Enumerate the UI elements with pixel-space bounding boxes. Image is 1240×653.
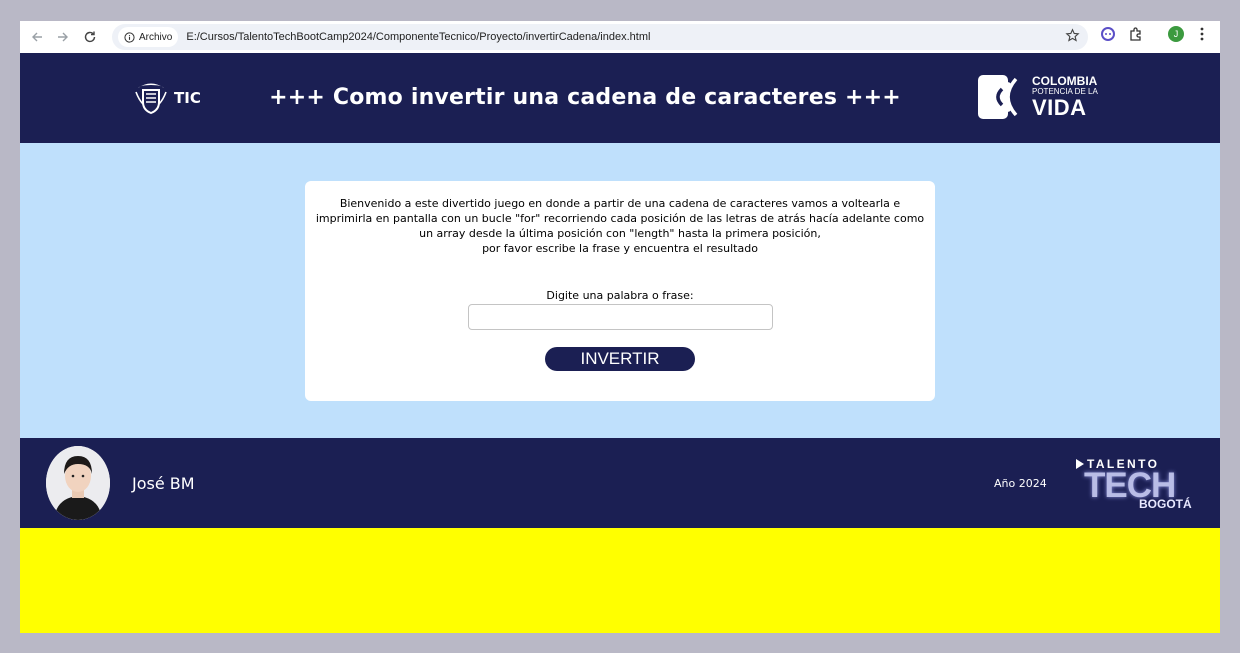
- intro-line: imprimirla en pantalla con un bucle "for…: [315, 212, 925, 225]
- colombia-potencia-logo: COLOMBIA POTENCIA DE LA VIDA: [978, 75, 1098, 119]
- brand-line-3: VIDA: [1032, 95, 1087, 120]
- phrase-input-label: Digite una palabra o frase:: [546, 289, 694, 302]
- phrase-input[interactable]: [467, 304, 773, 330]
- tic-logo-text: TIC: [174, 89, 201, 107]
- reverse-string-card: Bienvenido a este divertido juego en don…: [305, 181, 935, 401]
- brand-line-1: COLOMBIA: [1032, 74, 1098, 88]
- intro-line: Bienvenido a este divertido juego en don…: [339, 197, 901, 210]
- reload-icon: [84, 31, 96, 43]
- colombia-wordmark: COLOMBIA POTENCIA DE LA VIDA: [1032, 75, 1098, 119]
- back-button[interactable]: [26, 26, 48, 48]
- bottom-yellow-band: [20, 528, 1220, 633]
- extensions-puzzle-icon[interactable]: [1128, 26, 1144, 42]
- colombia-waves-icon: [978, 75, 1018, 119]
- profile-avatar[interactable]: J: [1168, 26, 1184, 42]
- forward-button[interactable]: [52, 26, 74, 48]
- intro-paragraph: Bienvenido a este divertido juego en don…: [305, 196, 935, 256]
- talento-tech-bogota-logo: TALENTO TECH BOGOTÁ: [1076, 456, 1208, 516]
- extension-face-icon[interactable]: [1100, 26, 1116, 42]
- city-label: BOGOTÁ: [1139, 497, 1192, 511]
- page-footer: José BM Año 2024 TALENTO TECH BOGOTÁ: [20, 438, 1220, 528]
- browser-toolbar: Archivo E:/Cursos/TalentoTechBootCamp202…: [20, 21, 1220, 53]
- address-bar[interactable]: Archivo E:/Cursos/TalentoTechBootCamp202…: [112, 24, 1088, 50]
- bookmark-star-icon[interactable]: [1065, 28, 1080, 47]
- browser-menu-icon[interactable]: [1195, 26, 1209, 42]
- play-triangle-icon: [1076, 459, 1084, 469]
- reload-button[interactable]: [79, 26, 101, 48]
- browser-window: Archivo E:/Cursos/TalentoTechBootCamp202…: [20, 21, 1220, 633]
- info-icon: [124, 31, 135, 43]
- author-avatar: [46, 446, 110, 520]
- coat-of-arms-icon: [135, 83, 167, 115]
- footer-year: Año 2024: [994, 477, 1047, 490]
- invert-button[interactable]: INVERTIR: [545, 347, 695, 371]
- back-arrow-icon: [32, 32, 42, 42]
- forward-arrow-icon: [58, 32, 68, 42]
- page-header: TIC +++ Como invertir una cadena de cara…: [20, 53, 1220, 143]
- profile-initial: J: [1168, 26, 1184, 42]
- author-name: José BM: [132, 474, 195, 493]
- url-text: E:/Cursos/TalentoTechBootCamp2024/Compon…: [186, 31, 651, 43]
- site-chip-label: Archivo: [139, 31, 173, 43]
- site-info-chip[interactable]: Archivo: [118, 27, 179, 47]
- page-title: +++ Como invertir una cadena de caracter…: [269, 85, 901, 110]
- intro-line: un array desde la última posición con "l…: [419, 227, 821, 240]
- tic-logo: TIC: [134, 80, 201, 116]
- intro-line: por favor escribe la frase y encuentra e…: [482, 242, 758, 255]
- main-section: Bienvenido a este divertido juego en don…: [20, 143, 1220, 438]
